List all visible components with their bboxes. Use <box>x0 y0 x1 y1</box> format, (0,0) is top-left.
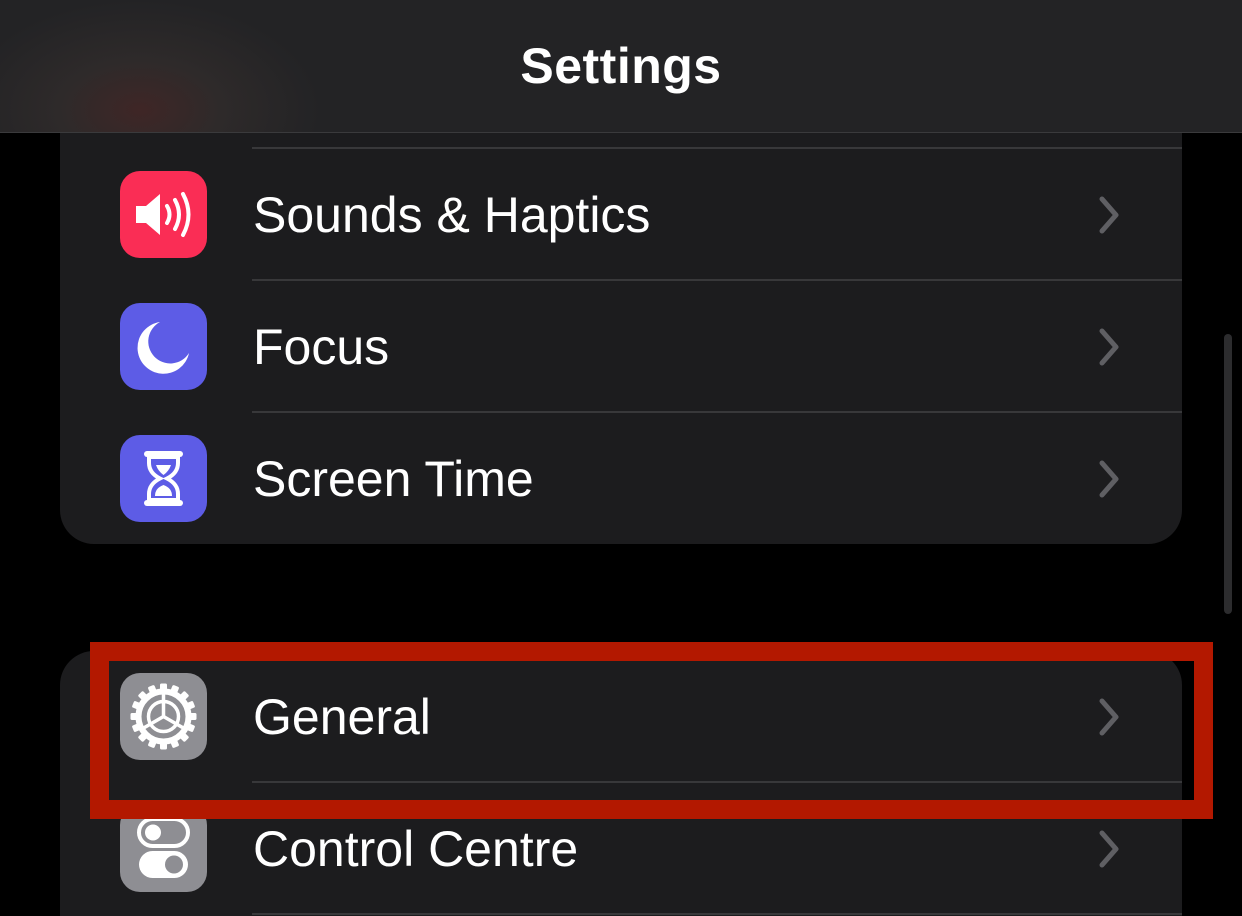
row-label: Focus <box>253 319 390 375</box>
speaker-icon <box>120 171 207 258</box>
settings-screen: Settings Sounds & Haptics Focus Screen T… <box>0 0 1242 916</box>
settings-row-control-centre[interactable]: Control Centre <box>60 783 1182 915</box>
chevron-right-icon <box>1094 193 1124 237</box>
settings-row-focus[interactable]: Focus <box>60 281 1182 413</box>
divider <box>252 913 1182 915</box>
settings-row-screen-time[interactable]: Screen Time <box>60 413 1182 544</box>
chevron-right-icon <box>1094 457 1124 501</box>
toggles-icon <box>120 805 207 892</box>
settings-group-general: General Control Centre <box>60 651 1182 916</box>
row-label: Screen Time <box>253 451 534 507</box>
row-label: Control Centre <box>253 821 579 877</box>
row-label: General <box>253 689 431 745</box>
settings-group-sounds-focus: Sounds & Haptics Focus Screen Time <box>60 90 1182 544</box>
chevron-right-icon <box>1094 695 1124 739</box>
moon-icon <box>120 303 207 390</box>
hourglass-icon <box>120 435 207 522</box>
gear-icon <box>120 673 207 760</box>
chevron-right-icon <box>1094 325 1124 369</box>
scrollbar[interactable] <box>1224 334 1232 614</box>
chevron-right-icon <box>1094 827 1124 871</box>
page-title: Settings <box>520 38 722 94</box>
navigation-bar: Settings <box>0 0 1242 133</box>
row-label: Sounds & Haptics <box>253 187 651 243</box>
settings-row-sounds-haptics[interactable]: Sounds & Haptics <box>60 149 1182 281</box>
settings-row-general[interactable]: General <box>60 651 1182 783</box>
